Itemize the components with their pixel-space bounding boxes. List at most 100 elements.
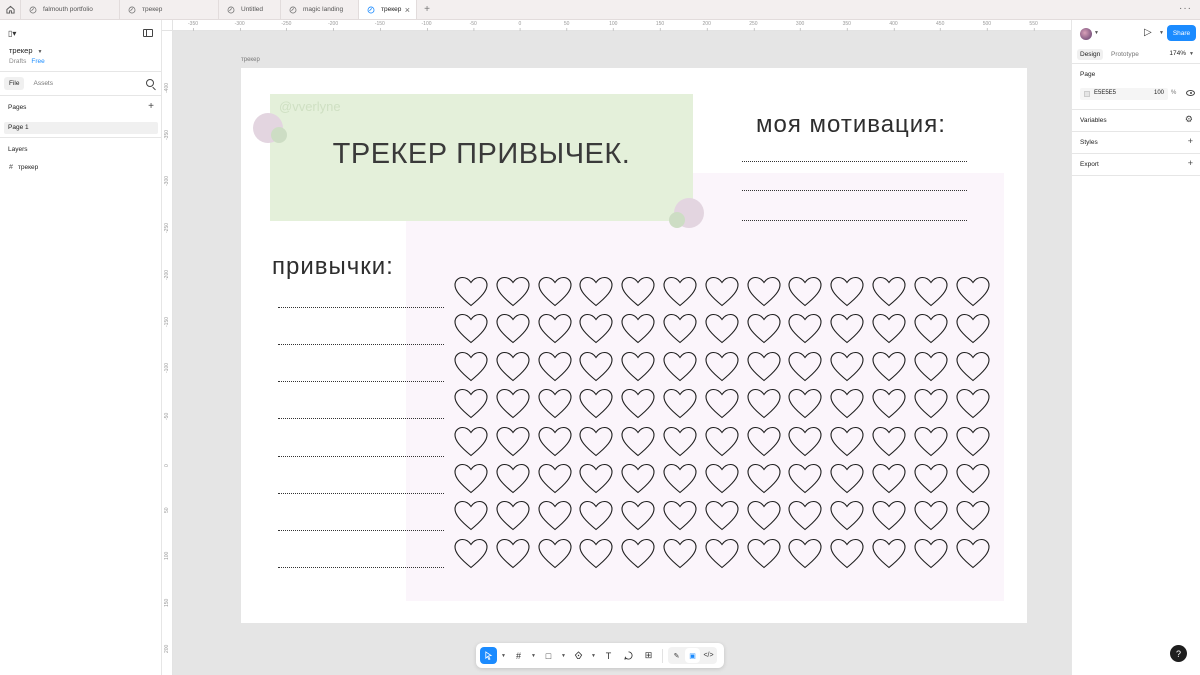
plus-icon[interactable]: + [1188,158,1193,168]
page-opacity[interactable]: 100 [1154,90,1164,96]
heart-icon[interactable] [538,313,572,345]
heart-icon[interactable] [956,538,990,570]
chevron-down-icon[interactable]: ▼ [560,653,567,659]
heart-icon[interactable] [621,500,655,532]
heart-icon[interactable] [914,313,948,345]
heart-icon[interactable] [496,538,530,570]
tab-falmouth-portfolio[interactable]: falmouth portfolio [21,0,120,19]
eye-icon[interactable] [1186,90,1195,96]
tab-assets[interactable]: Assets [28,77,58,90]
heart-icon[interactable] [496,500,530,532]
heart-icon[interactable] [788,351,822,383]
drafts-label[interactable]: Drafts [9,58,26,65]
heart-icon[interactable] [621,313,655,345]
heart-icon[interactable] [454,276,488,308]
decor-circle-green[interactable] [271,127,287,143]
search-icon[interactable] [146,79,154,87]
heart-icon[interactable] [454,313,488,345]
habit-line[interactable] [278,344,444,345]
heart-icon[interactable] [705,500,739,532]
heart-icon[interactable] [496,276,530,308]
help-button[interactable]: ? [1170,645,1187,662]
heart-icon[interactable] [663,463,697,495]
heart-icon[interactable] [705,538,739,570]
heart-icon[interactable] [788,463,822,495]
heart-icon[interactable] [579,388,613,420]
heart-icon[interactable] [454,426,488,458]
habits-title[interactable]: привычки: [272,253,394,281]
heart-icon[interactable] [496,351,530,383]
heart-icon[interactable] [747,426,781,458]
heart-icon[interactable] [705,426,739,458]
home-button[interactable] [0,0,21,19]
heart-icon[interactable] [872,388,906,420]
heart-icon[interactable] [496,388,530,420]
new-tab-button[interactable]: + [417,0,437,19]
heart-icon[interactable] [454,538,488,570]
shape-tool-button[interactable]: □ [540,647,557,664]
heart-icon[interactable] [914,388,948,420]
habit-line[interactable] [278,493,444,494]
heart-icon[interactable] [579,538,613,570]
heart-icon[interactable] [914,426,948,458]
heart-icon[interactable] [956,463,990,495]
heart-icon[interactable] [538,500,572,532]
page-color-field[interactable]: E5E5E5 100 [1080,88,1168,100]
heart-icon[interactable] [872,351,906,383]
chevron-down-icon[interactable]: ▼ [590,653,597,659]
heart-icon[interactable] [663,426,697,458]
heart-icon[interactable] [538,538,572,570]
heart-icon[interactable] [538,463,572,495]
page-item[interactable]: Page 1 [4,122,158,134]
heart-icon[interactable] [454,500,488,532]
zoom-level[interactable]: 174% [1169,50,1186,57]
heart-icon[interactable] [788,500,822,532]
green-title-block[interactable]: @vverlyne ТРЕКЕР ПРИВЫЧЕК. [270,94,693,221]
variables-section[interactable]: Variables ⚙ [1072,110,1200,132]
color-swatch[interactable] [1084,91,1090,97]
heart-icon[interactable] [496,426,530,458]
heart-icon[interactable] [872,276,906,308]
main-menu-icon[interactable]: ▯▾ [8,29,16,38]
heart-icon[interactable] [956,276,990,308]
chevron-down-icon[interactable]: ▼ [530,653,537,659]
heart-icon[interactable] [621,276,655,308]
layer-item[interactable]: # трекер [0,164,161,171]
heart-icon[interactable] [830,500,864,532]
page-color-hex[interactable]: E5E5E5 [1094,90,1116,96]
heart-icon[interactable] [579,351,613,383]
heart-icon[interactable] [830,313,864,345]
dev-mode-button[interactable]: </> [701,648,716,663]
sidebar-toggle-icon[interactable] [143,29,153,37]
heart-icon[interactable] [830,276,864,308]
design-mode-button[interactable]: ▣ [685,648,700,663]
heart-icon[interactable] [788,313,822,345]
actions-button[interactable]: ⊞ [640,647,657,664]
close-icon[interactable]: × [405,5,410,15]
tab-file[interactable]: File [4,77,25,90]
heart-icon[interactable] [914,538,948,570]
heart-icon[interactable] [538,426,572,458]
motivation-title[interactable]: моя мотивация: [756,111,946,139]
habit-line[interactable] [278,418,444,419]
heart-icon[interactable] [621,538,655,570]
heart-icon[interactable] [788,388,822,420]
share-button[interactable]: Share [1167,25,1196,41]
habit-line[interactable] [278,530,444,531]
heart-icon[interactable] [705,388,739,420]
habit-line[interactable] [278,567,444,568]
heart-icon[interactable] [914,463,948,495]
heart-icon[interactable] [788,538,822,570]
canvas[interactable]: -350 -300 -250 -200 -150 -100 -50 0 50 100 150 200 2… [162,20,1071,675]
heart-icon[interactable] [872,538,906,570]
heart-icon[interactable] [830,351,864,383]
heart-icon[interactable] [705,351,739,383]
file-name[interactable]: трекер ▼ [9,46,42,55]
text-tool-button[interactable]: T [600,647,617,664]
heart-icon[interactable] [830,463,864,495]
heart-icon[interactable] [705,276,739,308]
motivation-line[interactable] [742,220,967,221]
heart-icon[interactable] [747,538,781,570]
heart-icon[interactable] [705,313,739,345]
heart-icon[interactable] [747,351,781,383]
